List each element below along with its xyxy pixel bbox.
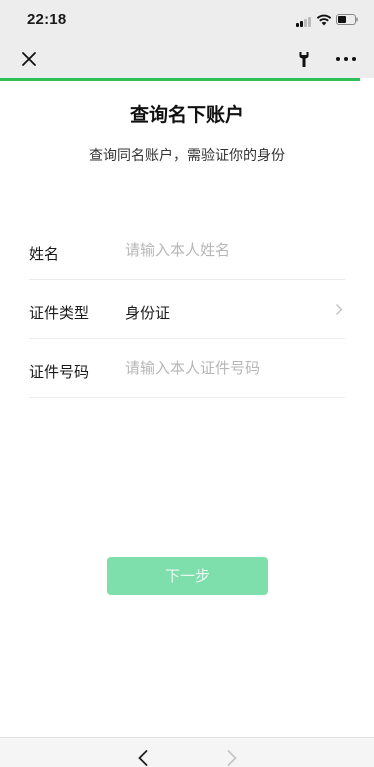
page-subtitle: 查询同名账户，需验证你的身份	[89, 148, 285, 164]
divider	[29, 397, 345, 398]
wrench-icon[interactable]	[298, 51, 310, 68]
loading-progress-bar	[0, 78, 360, 81]
bottom-toolbar	[0, 737, 374, 767]
id-type-value: 身份证	[125, 304, 171, 322]
forward-arrow-icon[interactable]	[226, 749, 238, 767]
name-label: 姓名	[29, 245, 60, 263]
navigation-bar	[0, 42, 374, 78]
signal-icon	[296, 16, 314, 27]
id-number-label: 证件号码	[29, 363, 90, 381]
divider	[29, 279, 345, 280]
id-type-label: 证件类型	[29, 304, 90, 322]
status-time: 22:18	[27, 11, 67, 28]
wifi-icon	[316, 14, 332, 26]
divider	[29, 338, 345, 339]
back-arrow-icon[interactable]	[137, 749, 149, 767]
more-icon[interactable]	[334, 50, 358, 68]
next-button[interactable]: 下一步	[107, 557, 268, 595]
id-type-row[interactable]: 证件类型 身份证	[29, 281, 345, 339]
name-row: 姓名	[29, 222, 345, 280]
close-icon[interactable]	[20, 50, 38, 68]
battery-icon	[336, 14, 358, 25]
id-number-input[interactable]	[125, 354, 335, 382]
name-input[interactable]	[125, 236, 335, 264]
id-number-row: 证件号码	[29, 340, 345, 398]
chevron-right-icon	[336, 304, 343, 315]
page-title: 查询名下账户	[129, 104, 244, 126]
